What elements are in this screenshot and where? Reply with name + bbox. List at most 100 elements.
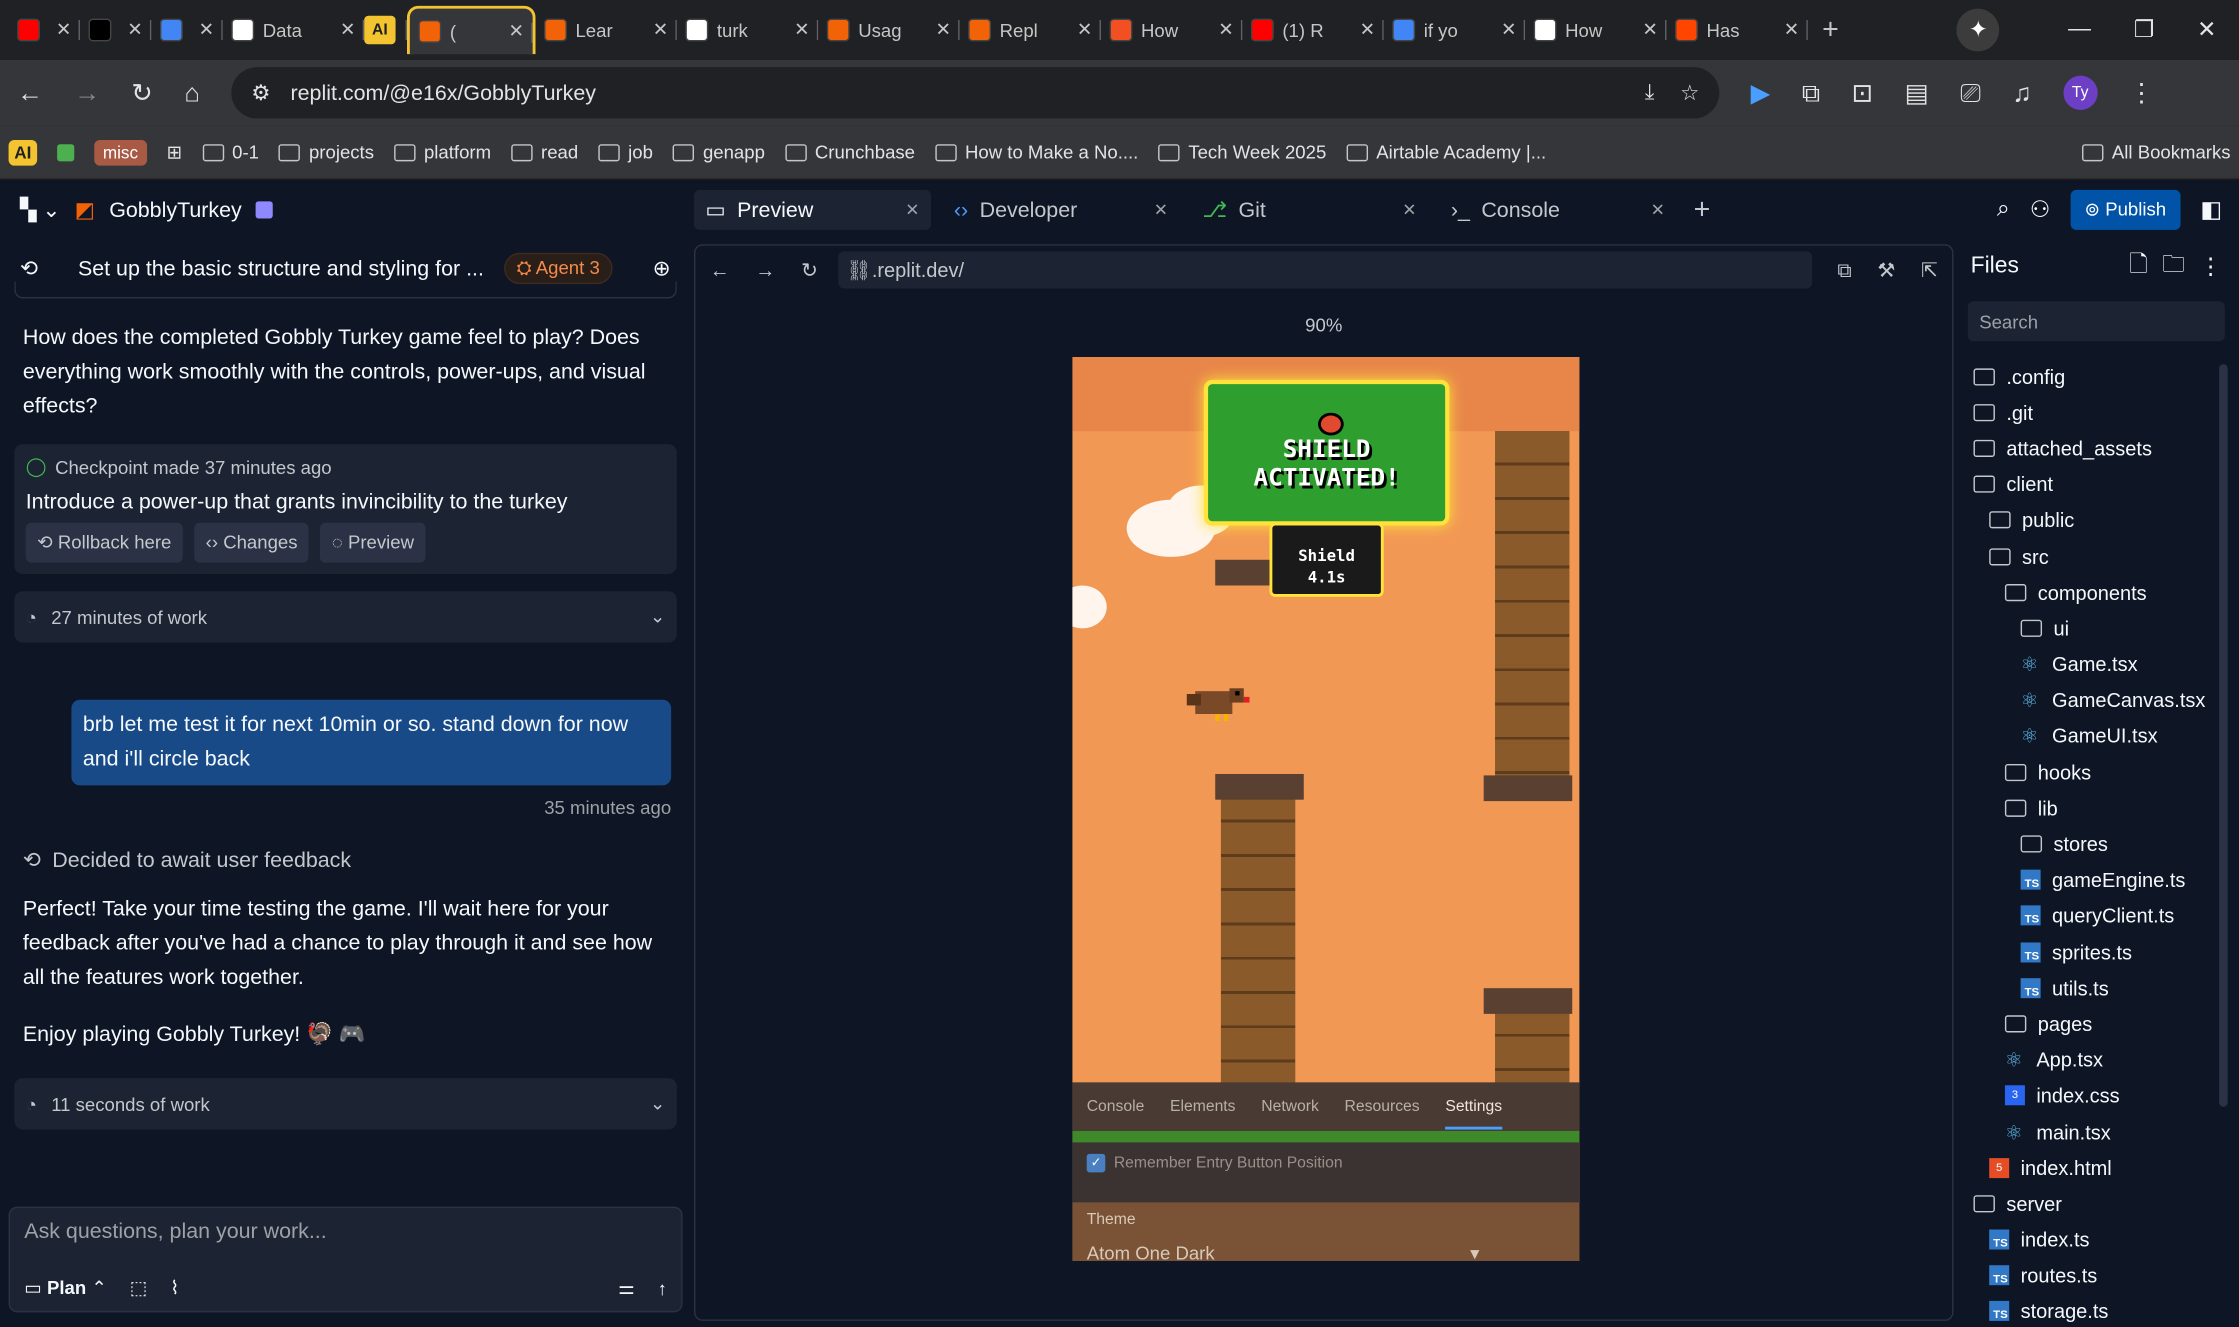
- file-tree-item[interactable]: pages: [1954, 1006, 2239, 1042]
- devices-icon[interactable]: ⧉: [1837, 258, 1851, 282]
- close-tab-icon[interactable]: ✕: [1642, 19, 1658, 42]
- work-summary-1[interactable]: ◔ 27 minutes of work ⌄: [14, 591, 677, 643]
- gemini-button[interactable]: ✦: [1956, 8, 2000, 52]
- preview-button[interactable]: ◌ Preview: [320, 522, 426, 563]
- plan-toggle[interactable]: ▭ Plan ⌃: [24, 1277, 107, 1300]
- file-tree-item[interactable]: TS index.ts: [1954, 1222, 2239, 1258]
- file-tree-item[interactable]: TS storage.ts: [1954, 1294, 2239, 1327]
- file-tree-scrollbar[interactable]: [2219, 364, 2228, 1107]
- search-icon[interactable]: ⌕: [1997, 197, 2010, 223]
- minimize-icon[interactable]: —: [2068, 17, 2091, 43]
- bookmark-item[interactable]: How to Make a No....: [935, 141, 1138, 163]
- browser-tab[interactable]: ✕: [80, 6, 152, 55]
- file-tree-item[interactable]: ui: [1954, 610, 2239, 646]
- tab-developer[interactable]: ‹› Developer ✕: [942, 190, 1179, 230]
- attach-icon[interactable]: ⌇: [170, 1277, 179, 1300]
- browser-tab[interactable]: Data ✕: [223, 6, 365, 55]
- bookmark-star-icon[interactable]: ☆: [1680, 80, 1699, 105]
- close-window-icon[interactable]: ✕: [2197, 16, 2216, 45]
- file-tree-item[interactable]: .config: [1954, 358, 2239, 394]
- add-tab-icon[interactable]: +: [1694, 193, 1711, 226]
- browser-tab[interactable]: Has ✕: [1666, 6, 1808, 55]
- media-control-icon[interactable]: ♫: [2012, 78, 2031, 108]
- files-menu-icon[interactable]: ⋮: [2199, 253, 2222, 282]
- close-tab-icon[interactable]: ✕: [1784, 19, 1800, 42]
- bookmark-item[interactable]: projects: [278, 141, 374, 163]
- file-tree-item[interactable]: TS utils.ts: [1954, 970, 2239, 1006]
- browser-tab[interactable]: if yo ✕: [1384, 6, 1526, 55]
- files-search-input[interactable]: Search: [1967, 301, 2225, 342]
- browser-tab[interactable]: ✕: [9, 6, 80, 55]
- close-tab-icon[interactable]: ✕: [653, 19, 669, 42]
- file-tree-item[interactable]: public: [1954, 502, 2239, 538]
- new-thread-icon[interactable]: ⊕: [653, 256, 671, 281]
- theme-setting[interactable]: Theme Atom One Dark ▾: [1072, 1202, 1580, 1261]
- agent-badge[interactable]: ⛭ Agent 3: [503, 252, 613, 285]
- close-tab-icon[interactable]: ✕: [1651, 200, 1665, 220]
- omnibox[interactable]: ⚙ replit.com/@e16x/GobblyTurkey ⤓ ☆: [231, 67, 1720, 119]
- close-tab-icon[interactable]: ✕: [1402, 200, 1416, 220]
- file-tree-item[interactable]: 3 index.css: [1954, 1078, 2239, 1114]
- bookmark-item[interactable]: read: [511, 141, 578, 163]
- file-tree-item[interactable]: ⚛ main.tsx: [1954, 1114, 2239, 1150]
- panel-toggle-icon[interactable]: ◧: [2200, 196, 2222, 225]
- file-tree-item[interactable]: 5 index.html: [1954, 1150, 2239, 1186]
- apps-grid-icon[interactable]: ⊞: [167, 141, 183, 164]
- replit-logo-icon[interactable]: ▚ ⌄: [20, 197, 60, 222]
- new-folder-icon[interactable]: 🗀: [2162, 248, 2185, 287]
- back-icon[interactable]: ←: [17, 78, 43, 108]
- devtools-tab[interactable]: Elements: [1170, 1098, 1235, 1115]
- site-info-icon[interactable]: ⚙: [251, 80, 270, 105]
- close-tab-icon[interactable]: ✕: [1501, 19, 1517, 42]
- file-tree-item[interactable]: .git: [1954, 394, 2239, 430]
- close-tab-icon[interactable]: ✕: [1218, 19, 1234, 42]
- project-name[interactable]: GobblyTurkey: [109, 198, 242, 222]
- browser-tab[interactable]: (✕: [406, 5, 536, 55]
- bookmark-misc-group[interactable]: misc: [94, 139, 147, 165]
- file-tree-item[interactable]: ⚛ GameUI.tsx: [1954, 718, 2239, 754]
- bookmark-item[interactable]: platform: [393, 141, 491, 163]
- all-bookmarks[interactable]: All Bookmarks: [2081, 141, 2231, 163]
- thread-title[interactable]: Set up the basic structure and styling f…: [78, 256, 484, 280]
- browser-tab[interactable]: How ✕: [1525, 6, 1667, 55]
- browser-menu-icon[interactable]: ⋮: [2129, 78, 2155, 108]
- publish-button[interactable]: ⊚ Publish: [2070, 189, 2181, 230]
- browser-tab[interactable]: Lear ✕: [536, 6, 677, 55]
- file-tree-item[interactable]: server: [1954, 1186, 2239, 1222]
- new-tab-icon[interactable]: +: [1822, 14, 1839, 47]
- bookmark-item[interactable]: job: [598, 141, 653, 163]
- reading-mode-icon[interactable]: ▤: [1905, 78, 1929, 108]
- close-tab-icon[interactable]: ✕: [905, 200, 919, 220]
- game-canvas[interactable]: SHIELD ACTIVATED! Shield 4.1s Console Ele…: [1072, 357, 1580, 1261]
- file-tree-item[interactable]: ⚛ GameCanvas.tsx: [1954, 682, 2239, 718]
- browser-tab[interactable]: Repl ✕: [960, 6, 1101, 55]
- close-tab-icon[interactable]: ✕: [1360, 19, 1376, 42]
- send-icon[interactable]: ↑: [658, 1277, 667, 1298]
- profile-avatar[interactable]: Ty: [2063, 75, 2098, 110]
- devtools-tab[interactable]: Resources: [1345, 1098, 1420, 1115]
- devtools-tab[interactable]: Settings: [1445, 1098, 1503, 1130]
- preview-reload-icon[interactable]: ↻: [801, 258, 818, 282]
- settings-sliders-icon[interactable]: ⚌: [618, 1277, 635, 1300]
- install-app-icon[interactable]: ⤓: [1645, 80, 1654, 106]
- file-tree-item[interactable]: src: [1954, 538, 2239, 574]
- history-icon[interactable]: ⟲: [20, 256, 38, 281]
- reload-icon[interactable]: ↻: [131, 78, 153, 108]
- forward-icon[interactable]: →: [74, 78, 100, 108]
- rollback-button[interactable]: ⟲ Rollback here: [25, 522, 183, 563]
- bookmark-item[interactable]: Airtable Academy |...: [1346, 141, 1546, 163]
- preview-forward-icon[interactable]: →: [755, 258, 775, 281]
- browser-tab[interactable]: (1) R ✕: [1242, 6, 1384, 55]
- file-tree-item[interactable]: lib: [1954, 790, 2239, 826]
- home-icon[interactable]: ⌂: [184, 78, 200, 108]
- browser-tab[interactable]: Usag ✕: [818, 6, 960, 55]
- browser-tab[interactable]: AI: [364, 6, 407, 55]
- tab-git[interactable]: ⎇ Git ✕: [1191, 190, 1428, 230]
- devtools-tab[interactable]: Console: [1087, 1098, 1145, 1115]
- close-tab-icon[interactable]: ✕: [935, 19, 951, 42]
- replit-extension-icon[interactable]: ▶: [1751, 78, 1771, 108]
- extensions-icon[interactable]: ⧉: [1802, 78, 1820, 108]
- file-tree-item[interactable]: TS gameEngine.ts: [1954, 862, 2239, 898]
- browser-tab[interactable]: turk ✕: [677, 6, 819, 55]
- file-tree-item[interactable]: attached_assets: [1954, 430, 2239, 466]
